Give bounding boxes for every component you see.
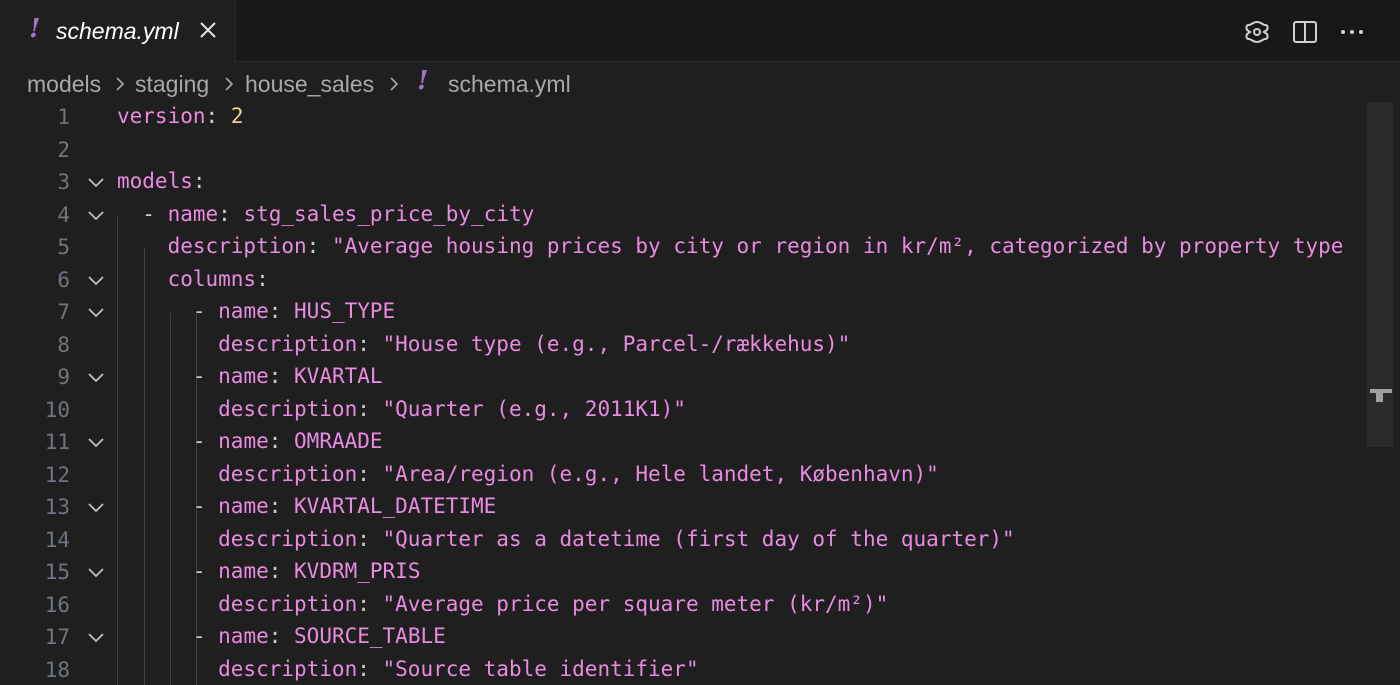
- code-text: - name: stg_sales_price_by_city: [142, 201, 535, 226]
- chevron-right-icon: [225, 77, 234, 91]
- line-number: 9: [57, 365, 70, 389]
- line-number: 14: [44, 527, 70, 552]
- code-line[interactable]: 15 - name: KVDRM_PRIS: [0, 557, 1400, 590]
- code-text: - name: KVARTAL: [192, 364, 383, 388]
- code-text: - name: KVARTAL_DATETIME: [192, 494, 497, 518]
- yaml-file-icon: !: [29, 14, 41, 44]
- fold-chevron-icon[interactable]: [87, 500, 105, 516]
- code-text: description: "Area/region (e.g., Hele la…: [117, 461, 939, 486]
- code-line[interactable]: 8 description: "House type (e.g., Parcel…: [0, 330, 1400, 363]
- breadcrumb-item-schema-yml[interactable]: schema.yml: [448, 71, 571, 98]
- code-line[interactable]: 1 version: 2: [0, 102, 1400, 135]
- code-line[interactable]: 18 description: "Source table identifier…: [0, 655, 1400, 685]
- code-line[interactable]: 3 models:: [0, 167, 1400, 200]
- code-text: description: "Average housing prices by …: [117, 234, 1344, 258]
- code-text: description: "Average price per square m…: [117, 591, 889, 616]
- copilot-icon[interactable]: [1243, 18, 1271, 46]
- code-line[interactable]: 9 - name: KVARTAL: [0, 362, 1400, 395]
- line-number: 11: [44, 430, 70, 454]
- yaml-file-icon: !: [417, 66, 429, 96]
- code-line[interactable]: 10 description: "Quarter (e.g., 2011K1)": [0, 395, 1400, 428]
- line-number: 12: [44, 462, 70, 487]
- code-text: version: 2: [117, 104, 244, 128]
- close-icon[interactable]: [198, 20, 218, 40]
- fold-chevron-icon[interactable]: [87, 435, 105, 451]
- line-number: 13: [44, 495, 70, 519]
- tab-schema-yml[interactable]: ! schema.yml: [0, 0, 236, 62]
- breadcrumb-item-models[interactable]: models: [27, 71, 101, 98]
- fold-chevron-icon[interactable]: [87, 305, 105, 321]
- code-line[interactable]: 7 - name: HUS_TYPE: [0, 297, 1400, 330]
- line-number: 3: [57, 170, 70, 194]
- breadcrumb-item-staging[interactable]: staging: [135, 71, 209, 98]
- line-number: 15: [44, 560, 70, 584]
- code-line[interactable]: 12 description: "Area/region (e.g., Hele…: [0, 460, 1400, 493]
- code-line[interactable]: 6 columns:: [0, 265, 1400, 298]
- line-number: 18: [44, 657, 70, 682]
- split-editor-icon[interactable]: [1291, 18, 1319, 46]
- line-number: 4: [57, 202, 70, 227]
- fold-chevron-icon[interactable]: [87, 630, 105, 646]
- fold-chevron-icon[interactable]: [87, 565, 105, 581]
- breadcrumb: models staging house_sales ! schema.yml: [0, 62, 1400, 106]
- line-number: 16: [44, 592, 70, 617]
- code-line[interactable]: 11 - name: OMRAADE: [0, 427, 1400, 460]
- breadcrumb-item-house-sales[interactable]: house_sales: [245, 71, 374, 98]
- tab-bar: ! schema.yml: [0, 0, 1400, 62]
- code-text: - name: KVDRM_PRIS: [192, 559, 421, 583]
- line-number: 7: [57, 300, 70, 324]
- code-text: description: "Source table identifier": [117, 656, 699, 681]
- code-line[interactable]: 13 - name: KVARTAL_DATETIME: [0, 492, 1400, 525]
- code-text: - name: OMRAADE: [192, 429, 383, 453]
- fold-chevron-icon[interactable]: [87, 175, 105, 191]
- code-text: description: "Quarter (e.g., 2011K1)": [117, 396, 686, 421]
- line-number: 8: [57, 332, 70, 357]
- code-text: models:: [117, 169, 206, 193]
- line-number: 6: [57, 267, 70, 292]
- code-text: description: "Quarter as a datetime (fir…: [117, 526, 1015, 551]
- code-line[interactable]: 5 description: "Average housing prices b…: [0, 232, 1400, 265]
- fold-chevron-icon[interactable]: [87, 370, 105, 386]
- code-line[interactable]: 17 - name: SOURCE_TABLE: [0, 622, 1400, 655]
- line-number: 5: [57, 235, 70, 259]
- scrollbar-cursor-marker-stem: [1376, 392, 1383, 402]
- fold-chevron-icon[interactable]: [87, 208, 105, 224]
- fold-chevron-icon[interactable]: [87, 273, 105, 289]
- chevron-right-icon: [390, 77, 399, 91]
- code-text: - name: HUS_TYPE: [192, 299, 396, 323]
- code-text: description: "House type (e.g., Parcel-/…: [117, 331, 851, 356]
- tab-title: schema.yml: [56, 18, 179, 44]
- code-line[interactable]: 2: [0, 135, 1400, 168]
- code-text: - name: SOURCE_TABLE: [192, 624, 446, 648]
- code-line[interactable]: 16 description: "Average price per squar…: [0, 590, 1400, 623]
- line-number: 1: [57, 105, 70, 129]
- more-actions-icon[interactable]: [1338, 18, 1366, 46]
- code-line[interactable]: 14 description: "Quarter as a datetime (…: [0, 525, 1400, 558]
- code-text: columns:: [117, 266, 269, 291]
- line-number: 17: [44, 625, 70, 649]
- line-number: 10: [44, 397, 70, 422]
- chevron-right-icon: [116, 77, 125, 91]
- line-number: 2: [57, 137, 70, 162]
- code-line[interactable]: 4 - name: stg_sales_price_by_city: [0, 200, 1400, 233]
- code-editor[interactable]: 1 version: 2 2 3 models: 4 - name: stg_sales_…: [0, 102, 1400, 685]
